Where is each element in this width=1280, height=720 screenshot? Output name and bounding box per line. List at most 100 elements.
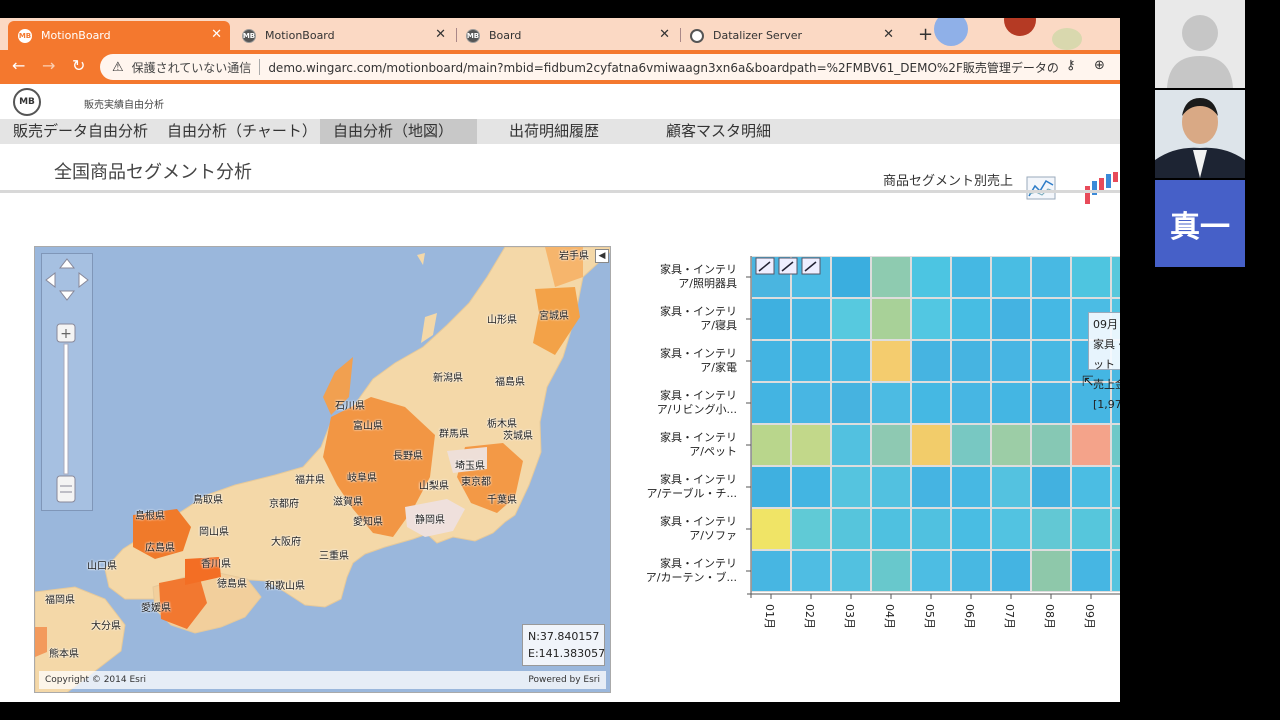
pan-up-icon[interactable] [58,258,76,269]
heatmap-cell[interactable] [1032,467,1070,507]
heatmap-cell[interactable] [992,509,1030,549]
url-field[interactable]: ⚠ 保護されていない通信 demo.wingarc.com/motionboar… [100,54,1120,80]
reload-icon[interactable]: ↻ [72,56,85,75]
heatmap-cell[interactable] [832,425,870,465]
heatmap-cell[interactable] [1032,425,1070,465]
pan-left-icon[interactable] [45,271,56,289]
screen: MB MotionBoard ✕ MB MotionBoard ✕ MB Boa… [0,0,1280,720]
warning-triangle-icon: ⚠ [112,59,124,75]
heatmap-cell[interactable] [872,341,910,381]
tab-board[interactable]: MB Board ✕ [456,21,678,50]
menu-item-customer-master[interactable]: 顧客マスタ明細 [660,119,777,144]
heatmap-cell[interactable] [1072,467,1110,507]
heatmap-cell[interactable] [752,467,790,507]
heatmap-cell[interactable] [952,425,990,465]
heatmap-cell[interactable] [792,509,830,549]
heatmap-cell[interactable] [912,551,950,591]
collapse-arrow-icon[interactable]: ◀ [595,249,609,263]
pan-down-icon[interactable] [58,290,76,301]
heatmap-cell[interactable] [952,467,990,507]
heatmap-cell[interactable] [952,341,990,381]
heatmap-cell[interactable] [752,341,790,381]
tab-motionboard-active[interactable]: MB MotionBoard ✕ [8,21,230,50]
heatmap-cell[interactable] [912,299,950,339]
menu-item-chart-analysis[interactable]: 自由分析（チャート） [161,119,323,144]
heatmap-cell[interactable] [752,509,790,549]
heatmap-cell[interactable] [832,341,870,381]
heatmap-cell[interactable] [1072,425,1110,465]
heatmap-cell[interactable] [952,551,990,591]
key-icon[interactable]: ⚷ [1066,58,1076,73]
menu-item-map-analysis[interactable]: 自由分析（地図） [320,119,477,144]
heatmap-cell[interactable] [1032,299,1070,339]
heatmap-cell[interactable] [952,257,990,297]
heatmap-cell[interactable] [1032,341,1070,381]
heatmap-cell[interactable] [952,509,990,549]
heatmap-cell[interactable] [832,467,870,507]
heatmap-cell[interactable] [992,425,1030,465]
heatmap-cell[interactable] [872,551,910,591]
heatmap-cell[interactable] [792,551,830,591]
page-title: 全国商品セグメント分析 [54,162,252,183]
forward-arrow-icon[interactable]: → [42,56,55,75]
heatmap-cell[interactable] [1032,551,1070,591]
heatmap-cell[interactable] [992,257,1030,297]
heatmap-cell[interactable] [1032,257,1070,297]
pan-right-icon[interactable] [78,271,89,289]
heatmap-cell[interactable] [912,383,950,423]
zoom-icon[interactable]: ⊕ [1094,58,1105,73]
new-tab-plus-icon[interactable]: + [918,24,933,45]
heatmap-cell[interactable] [752,299,790,339]
heatmap-cell[interactable] [992,383,1030,423]
heatmap-cell[interactable] [1072,509,1110,549]
heatmap-cell[interactable] [832,551,870,591]
heatmap-cell[interactable] [752,551,790,591]
heatmap-cell[interactable] [1032,509,1070,549]
tab-datalizer[interactable]: Datalizer Server ✕ [680,21,902,50]
y-tick-label: ア/照明器具 [678,277,737,290]
heatmap-cell[interactable] [792,341,830,381]
close-icon[interactable]: ✕ [435,27,446,42]
menu-item-shipping-history[interactable]: 出荷明細履歴 [503,119,605,144]
heatmap-cell[interactable] [792,299,830,339]
zoom-track[interactable] [63,343,69,475]
tab-motionboard[interactable]: MB MotionBoard ✕ [232,21,454,50]
heatmap-cell[interactable] [872,509,910,549]
heatmap-cell[interactable] [832,509,870,549]
heatmap-cell[interactable] [912,425,950,465]
heatmap-cell[interactable] [912,467,950,507]
heatmap-cell[interactable] [752,383,790,423]
heatmap-cell[interactable] [952,299,990,339]
heatmap-cell[interactable] [832,383,870,423]
heatmap-cell[interactable] [872,257,910,297]
heatmap-cell[interactable] [912,257,950,297]
heatmap-cell[interactable] [872,425,910,465]
heatmap-cell[interactable] [952,383,990,423]
heatmap-cell[interactable] [752,425,790,465]
back-arrow-icon[interactable]: ← [12,56,25,75]
heatmap-cell[interactable] [992,551,1030,591]
heatmap-cell[interactable] [792,383,830,423]
heatmap-cell[interactable] [1072,551,1110,591]
heatmap-cell[interactable] [1072,257,1110,297]
close-icon[interactable]: ✕ [659,27,670,42]
menu-item-sales-analysis[interactable]: 販売データ自由分析 [7,119,154,144]
heatmap-cell[interactable] [992,467,1030,507]
heatmap-cell[interactable] [872,467,910,507]
heatmap-cell[interactable] [832,299,870,339]
close-icon[interactable]: ✕ [883,27,894,42]
zoom-slider-handle[interactable] [56,475,76,503]
close-icon[interactable]: ✕ [211,27,222,42]
heatmap-cell[interactable] [872,299,910,339]
y-tick-label: ア/ソファ [689,529,737,542]
heatmap-cell[interactable] [1032,383,1070,423]
heatmap-cell[interactable] [912,341,950,381]
heatmap-cell[interactable] [792,425,830,465]
heatmap-cell[interactable] [912,509,950,549]
heatmap-cell[interactable] [992,299,1030,339]
heatmap-cell[interactable] [992,341,1030,381]
heatmap-cell[interactable] [792,467,830,507]
heatmap-cell[interactable] [832,257,870,297]
heatmap-cell[interactable] [872,383,910,423]
japan-map[interactable]: 岩手県 山形県 宮城県 新潟県 福島県 石川県 富山県 群馬県 栃木県 茨城県 … [34,246,611,693]
